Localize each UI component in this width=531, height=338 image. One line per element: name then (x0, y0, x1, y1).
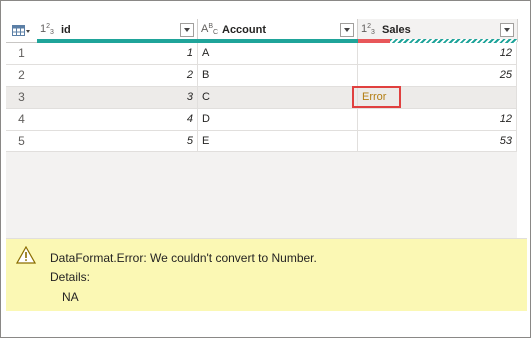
column-title: Account (222, 24, 266, 36)
column-filter-dropdown[interactable] (500, 23, 514, 37)
cell-id[interactable]: 4 (37, 109, 198, 130)
details-value: NA (62, 290, 79, 304)
cell-account[interactable]: C (198, 87, 358, 108)
cell-id[interactable]: 3 (37, 87, 198, 108)
error-cell-highlight (352, 86, 401, 108)
error-details-panel: DataFormat.Error: We couldn't convert to… (6, 238, 527, 311)
column-title: id (61, 24, 71, 36)
cell-account[interactable]: D (198, 109, 358, 130)
header-row: 123 id ABC Account 123 Sales (6, 19, 518, 43)
cell-id[interactable]: 2 (37, 65, 198, 86)
row-number[interactable]: 3 (6, 87, 38, 108)
table-menu-button[interactable] (6, 19, 38, 42)
cell-account[interactable]: A (198, 43, 358, 64)
table-row: 4 4 D 12 (6, 109, 517, 131)
table-row: 1 1 A 12 (6, 43, 517, 65)
details-label: Details: (50, 270, 91, 284)
table-row-selected: 3 3 C Error (6, 87, 517, 109)
cell-account[interactable]: E (198, 131, 358, 152)
column-filter-dropdown[interactable] (180, 23, 194, 37)
table-icon (12, 25, 30, 36)
row-number[interactable]: 5 (6, 131, 38, 152)
cell-sales[interactable]: 25 (358, 65, 517, 86)
cell-id[interactable]: 1 (37, 43, 198, 64)
cell-id[interactable]: 5 (37, 131, 198, 152)
table-row: 2 2 B 25 (6, 65, 517, 87)
column-title: Sales (382, 24, 411, 36)
window-frame: 123 id ABC Account 123 Sales 1 1 A 12 2 … (0, 0, 531, 338)
error-message: DataFormat.Error: We couldn't convert to… (50, 251, 317, 265)
column-filter-dropdown[interactable] (340, 23, 354, 37)
table-row: 5 5 E 53 (6, 131, 517, 153)
cell-sales[interactable]: 12 (358, 109, 517, 130)
grid-empty-area (6, 151, 517, 238)
cell-account[interactable]: B (198, 65, 358, 86)
row-number[interactable]: 1 (6, 43, 38, 64)
row-number[interactable]: 4 (6, 109, 38, 130)
warning-icon (16, 246, 36, 264)
cell-sales[interactable]: 53 (358, 131, 517, 152)
row-number[interactable]: 2 (6, 65, 38, 86)
integer-type-icon[interactable]: 123 (361, 23, 375, 37)
integer-type-icon[interactable]: 123 (40, 23, 54, 37)
text-type-icon[interactable]: ABC (201, 23, 218, 37)
cell-sales[interactable]: 12 (358, 43, 517, 64)
